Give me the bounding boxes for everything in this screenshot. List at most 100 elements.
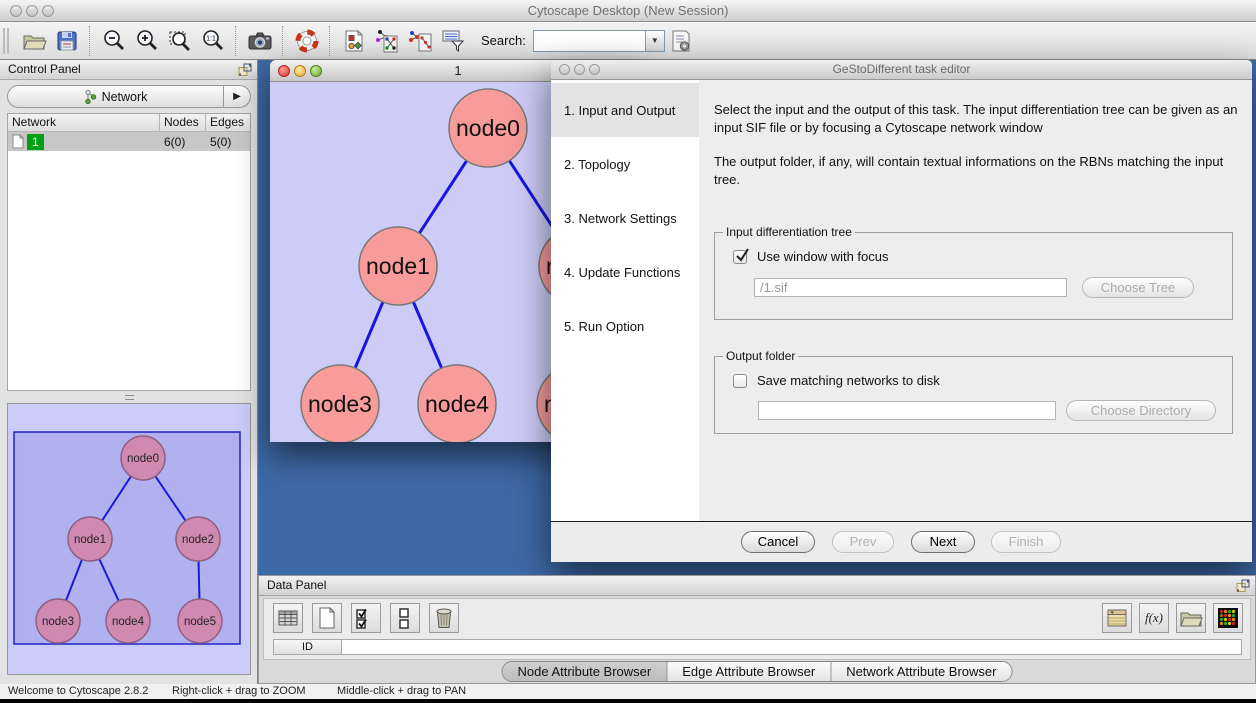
unselect-attributes-button[interactable] xyxy=(390,603,420,633)
function-icon: f(x) xyxy=(1145,610,1163,626)
function-builder-button[interactable]: f(x) xyxy=(1139,603,1169,633)
prev-button[interactable]: Prev xyxy=(832,531,894,553)
search-input[interactable] xyxy=(533,30,645,52)
document-icon xyxy=(12,134,24,149)
step-input-and-output[interactable]: 1. Input and Output xyxy=(551,83,699,137)
trash-icon xyxy=(432,606,456,630)
tab-network-attribute-browser[interactable]: Network Attribute Browser xyxy=(830,662,1011,681)
use-window-with-focus-row: Use window with focus xyxy=(733,249,889,264)
float-panel-icon[interactable] xyxy=(238,63,252,77)
zoom-selected-region-button[interactable] xyxy=(163,24,196,57)
attribute-browser: f(x) ID xyxy=(263,598,1251,660)
column-header-nodes[interactable]: Nodes xyxy=(160,114,206,131)
import-network-file-button[interactable] xyxy=(370,24,403,57)
open-session-button[interactable] xyxy=(17,24,50,57)
choose-tree-button[interactable]: Choose Tree xyxy=(1082,277,1194,298)
camera-icon xyxy=(247,28,273,54)
network-tab-label-wrap: Network xyxy=(8,89,223,105)
step-network-settings[interactable]: 3. Network Settings xyxy=(551,191,699,245)
microarray-button[interactable] xyxy=(1213,603,1243,633)
table-row[interactable]: 1 6(0) 5(0) xyxy=(8,132,250,151)
lifebuoy-icon xyxy=(294,28,320,54)
splitter-grip-icon xyxy=(125,395,134,400)
graph-node-label: node4 xyxy=(425,391,489,417)
network-name-badge: 1 xyxy=(27,134,44,150)
graph-node-label: node2 xyxy=(182,534,214,546)
main-toolbar: 1:1 Search: ▼ xyxy=(0,22,1256,60)
tab-network[interactable]: Network ▶ xyxy=(7,85,251,108)
cytoscape-desktop: Cytoscape Desktop (New Session) 1:1 Sear… xyxy=(0,0,1256,703)
data-panel-header: Data Panel xyxy=(259,576,1255,596)
dialog-content: Select the input and the output of this … xyxy=(699,80,1252,521)
id-column-header[interactable]: ID xyxy=(273,639,342,655)
network-tree-icon xyxy=(84,89,97,105)
choose-directory-button[interactable]: Choose Directory xyxy=(1066,400,1216,421)
network-list-header: Network Nodes Edges xyxy=(8,114,250,132)
group-legend: Input differentiation tree xyxy=(723,225,855,239)
toolbar-drag-handle[interactable] xyxy=(3,28,9,54)
snapshot-button[interactable] xyxy=(243,24,276,57)
group-legend: Output folder xyxy=(723,349,798,363)
attribute-header-row: ID xyxy=(273,639,1242,655)
network-overview[interactable]: node0node1node2node3node4node5 xyxy=(7,403,251,675)
play-arrow-icon: ▶ xyxy=(233,91,241,102)
attribute-table-button[interactable] xyxy=(273,603,303,633)
panel-overflow-button[interactable]: ▶ xyxy=(223,86,250,107)
zoom-out-button[interactable] xyxy=(97,24,130,57)
import-network-file-icon xyxy=(374,28,400,54)
intro-paragraph-1: Select the input and the output of this … xyxy=(714,101,1244,137)
dialog-titlebar[interactable]: GeStoDifferent task editor xyxy=(551,60,1252,80)
step-topology[interactable]: 2. Topology xyxy=(551,137,699,191)
tab-node-attribute-browser[interactable]: Node Attribute Browser xyxy=(503,662,667,681)
cancel-button[interactable]: Cancel xyxy=(741,531,815,553)
step-update-functions[interactable]: 4. Update Functions xyxy=(551,245,699,299)
zoom-actual-size-button[interactable]: 1:1 xyxy=(196,24,229,57)
floppy-disk-icon xyxy=(54,28,80,54)
checked-boxes-icon xyxy=(354,606,378,630)
filter-button[interactable] xyxy=(436,24,469,57)
step-run-option[interactable]: 5. Run Option xyxy=(551,299,699,353)
checkmark-icon xyxy=(734,247,750,263)
select-attributes-button[interactable] xyxy=(351,603,381,633)
graph-node-label: node0 xyxy=(456,115,520,141)
zoom-in-icon xyxy=(134,28,160,54)
preferences-button[interactable] xyxy=(665,24,698,57)
import-attributes-button[interactable] xyxy=(1176,603,1206,633)
column-header-network[interactable]: Network xyxy=(8,114,160,131)
open-folder-icon xyxy=(1179,606,1203,630)
save-matching-networks-checkbox[interactable] xyxy=(733,374,747,388)
panel-splitter[interactable] xyxy=(7,393,251,402)
toolbar-separator xyxy=(282,26,284,56)
graph-node-label: node4 xyxy=(112,616,145,628)
attribute-list-button[interactable] xyxy=(1102,603,1132,633)
zoom-in-button[interactable] xyxy=(130,24,163,57)
column-header-edges[interactable]: Edges xyxy=(206,114,250,131)
minimize-window-icon[interactable] xyxy=(574,64,585,75)
save-session-button[interactable] xyxy=(50,24,83,57)
new-attribute-button[interactable] xyxy=(312,603,342,633)
delete-attribute-button[interactable] xyxy=(429,603,459,633)
next-button[interactable]: Next xyxy=(911,531,975,553)
finish-button[interactable]: Finish xyxy=(991,531,1061,553)
status-bar: Welcome to Cytoscape 2.8.2 Right-click +… xyxy=(0,684,1256,699)
network-list: Network Nodes Edges 1 6(0) 5(0) xyxy=(7,113,251,391)
import-network-button[interactable] xyxy=(403,24,436,57)
zoom-window-icon[interactable] xyxy=(589,64,600,75)
network-row-edges-cell: 5(0) xyxy=(206,135,250,149)
save-networks-row: Save matching networks to disk xyxy=(733,373,940,388)
float-panel-icon[interactable] xyxy=(1236,579,1250,593)
vizmapper-button[interactable] xyxy=(337,24,370,57)
microarray-icon xyxy=(1216,606,1240,630)
output-folder-path-field[interactable] xyxy=(758,401,1056,420)
input-tree-path-field[interactable] xyxy=(754,278,1067,297)
graph-node-label: node1 xyxy=(74,534,106,546)
graph-node-label: node1 xyxy=(366,253,430,279)
tab-edge-attribute-browser[interactable]: Edge Attribute Browser xyxy=(666,662,830,681)
zoom-selected-region-icon xyxy=(167,28,193,54)
graph-node-label: node3 xyxy=(308,391,372,417)
help-button[interactable] xyxy=(290,24,323,57)
close-window-icon[interactable] xyxy=(559,64,570,75)
use-window-with-focus-checkbox[interactable] xyxy=(733,250,747,264)
control-panel: Control Panel Network ▶ Network Nodes Ed… xyxy=(0,60,258,684)
search-dropdown-button[interactable]: ▼ xyxy=(645,30,665,52)
